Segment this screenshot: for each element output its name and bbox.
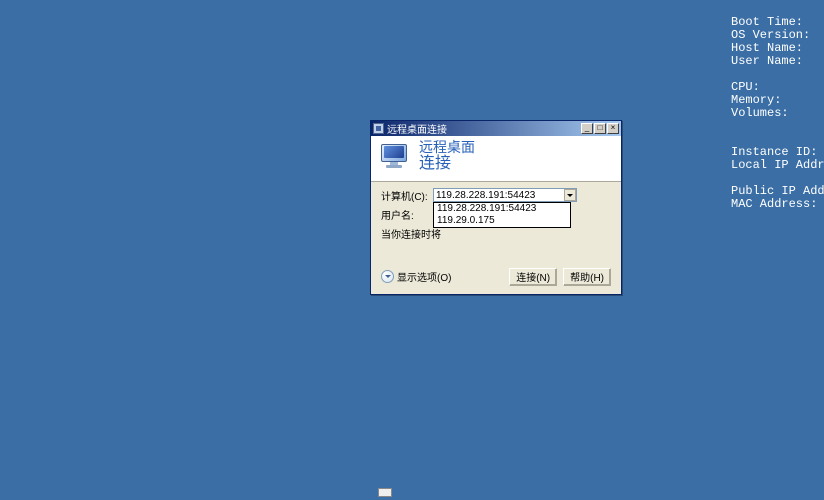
computer-row: 计算机(C): 119.28.228.191:54423 xyxy=(381,188,611,203)
minimize-button[interactable]: _ xyxy=(581,123,593,134)
form-body: 计算机(C): 119.28.228.191:54423 用户名: 当你连接时将… xyxy=(371,182,621,264)
remote-desktop-dialog: 远程桌面连接 _ □ × 远程桌面 连接 计算机(C): 119.28.228.… xyxy=(370,120,622,295)
desktop-system-info: Boot Time: OS Version: Host Name: User N… xyxy=(731,16,824,211)
remote-desktop-icon xyxy=(379,142,411,170)
dialog-banner: 远程桌面 连接 xyxy=(371,136,621,182)
banner-text: 远程桌面 连接 xyxy=(419,140,475,173)
window-controls: _ □ × xyxy=(580,123,619,134)
close-button[interactable]: × xyxy=(607,123,619,134)
show-options-toggle[interactable]: 显示选项(O) xyxy=(381,269,503,284)
chevron-down-icon xyxy=(381,270,394,283)
computer-combo[interactable]: 119.28.228.191:54423 xyxy=(433,188,611,202)
app-icon xyxy=(373,123,384,134)
banner-line1: 远程桌面 xyxy=(419,140,475,155)
connect-button[interactable]: 连接(N) xyxy=(509,268,557,286)
banner-line2: 连接 xyxy=(419,155,475,173)
window-title: 远程桌面连接 xyxy=(387,121,580,136)
computer-input[interactable]: 119.28.228.191:54423 xyxy=(433,188,577,202)
help-button[interactable]: 帮助(H) xyxy=(563,268,611,286)
button-row: 显示选项(O) 连接(N) 帮助(H) xyxy=(371,264,621,294)
computer-label: 计算机(C): xyxy=(381,188,433,203)
connection-hint: 当你连接时将 xyxy=(381,226,611,241)
computer-input-value: 119.28.228.191:54423 xyxy=(436,190,574,201)
chevron-down-icon[interactable] xyxy=(564,189,576,201)
username-label: 用户名: xyxy=(381,207,433,222)
titlebar[interactable]: 远程桌面连接 _ □ × xyxy=(371,121,621,136)
taskbar-item[interactable] xyxy=(378,488,392,497)
show-options-label: 显示选项(O) xyxy=(397,269,451,284)
dropdown-item[interactable]: 119.29.0.175 xyxy=(434,215,570,227)
computer-dropdown-list[interactable]: 119.28.228.191:54423 119.29.0.175 xyxy=(433,202,571,228)
dropdown-item[interactable]: 119.28.228.191:54423 xyxy=(434,203,570,215)
maximize-button[interactable]: □ xyxy=(594,123,606,134)
